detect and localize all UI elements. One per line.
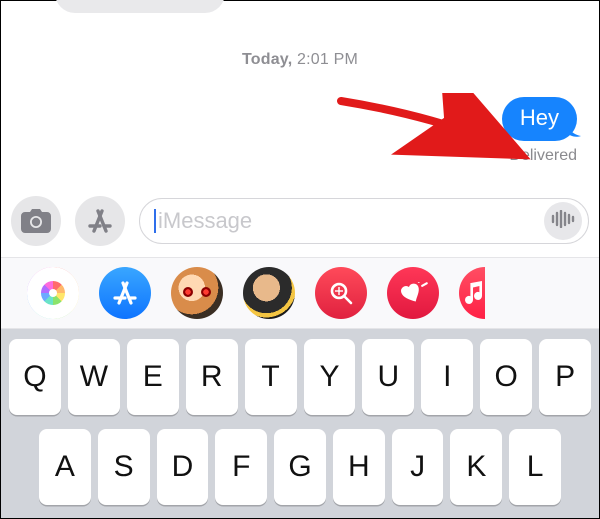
key-u[interactable]: U <box>362 339 414 415</box>
timestamp-time: 2:01 PM <box>297 51 358 68</box>
key-i[interactable]: I <box>421 339 473 415</box>
key-g[interactable]: G <box>274 429 326 505</box>
message-input[interactable] <box>158 208 544 234</box>
photos-app-icon[interactable] <box>27 267 79 319</box>
timestamp-day: Today, <box>242 51 292 68</box>
key-k[interactable]: K <box>450 429 502 505</box>
key-f[interactable]: F <box>215 429 267 505</box>
key-l[interactable]: L <box>509 429 561 505</box>
conversation-timestamp: Today, 2:01 PM <box>1 51 599 69</box>
voice-record-button[interactable] <box>544 202 582 240</box>
key-d[interactable]: D <box>157 429 209 505</box>
music-app-icon[interactable] <box>459 267 485 319</box>
key-o[interactable]: O <box>480 339 532 415</box>
animoji-app-icon[interactable] <box>243 267 295 319</box>
key-e[interactable]: E <box>127 339 179 415</box>
key-t[interactable]: T <box>245 339 297 415</box>
key-r[interactable]: R <box>186 339 238 415</box>
message-text: Hey <box>520 105 559 130</box>
key-y[interactable]: Y <box>304 339 356 415</box>
text-caret-icon <box>154 209 156 233</box>
key-q[interactable]: Q <box>9 339 61 415</box>
message-status: Delivered <box>509 147 577 165</box>
app-drawer-button[interactable] <box>75 196 125 246</box>
imessage-app-strip[interactable] <box>1 257 599 329</box>
message-input-container[interactable] <box>139 198 589 244</box>
waveform-icon <box>551 210 575 233</box>
previous-message-stub <box>55 0 225 13</box>
camera-button[interactable] <box>11 196 61 246</box>
app-store-app-icon[interactable] <box>99 267 151 319</box>
image-search-app-icon[interactable] <box>315 267 367 319</box>
keyboard-keys: QWERTYUIOP ASDFGHJKL <box>1 329 599 519</box>
key-j[interactable]: J <box>392 429 444 505</box>
key-s[interactable]: S <box>98 429 150 505</box>
bubble-tail-icon <box>565 123 581 139</box>
key-p[interactable]: P <box>539 339 591 415</box>
key-w[interactable]: W <box>68 339 120 415</box>
app-store-icon <box>86 207 114 235</box>
compose-bar <box>11 191 589 251</box>
camera-icon <box>21 209 51 233</box>
outgoing-message[interactable]: Hey <box>502 97 577 141</box>
memoji-app-icon[interactable] <box>171 267 223 319</box>
digital-touch-app-icon[interactable] <box>387 267 439 319</box>
key-a[interactable]: A <box>39 429 91 505</box>
keyboard-area: QWERTYUIOP ASDFGHJKL <box>1 257 599 518</box>
key-h[interactable]: H <box>333 429 385 505</box>
